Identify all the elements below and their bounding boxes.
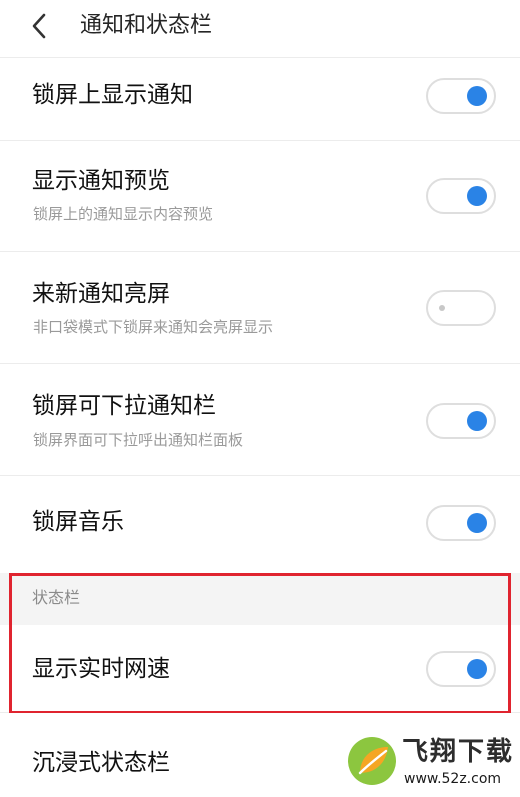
toggle-knob: [467, 186, 487, 206]
setting-subtitle: 锁屏界面可下拉呼出通知栏面板: [33, 431, 244, 449]
setting-title: 来新通知亮屏: [32, 281, 170, 307]
watermark: 飞翔下载 www.52z.com: [346, 733, 516, 793]
setting-title: 锁屏音乐: [32, 509, 124, 535]
section-label: 状态栏: [32, 588, 81, 607]
lockscreen-music-toggle[interactable]: [426, 505, 496, 541]
setting-subtitle: 锁屏上的通知显示内容预览: [33, 205, 214, 223]
chevron-left-icon: [32, 13, 46, 39]
wake-on-notification-toggle[interactable]: [426, 290, 496, 326]
setting-title: 沉浸式状态栏: [32, 750, 170, 776]
toggle-knob: [467, 411, 487, 431]
lockscreen-notifications-toggle[interactable]: [426, 78, 496, 114]
pulldown-notification-bar-toggle[interactable]: [426, 403, 496, 439]
setting-row-notification-preview[interactable]: 显示通知预览 锁屏上的通知显示内容预览: [0, 141, 520, 251]
section-header-status-bar: 状态栏: [0, 573, 520, 625]
setting-row-lockscreen-notifications[interactable]: 锁屏上显示通知: [0, 58, 520, 140]
setting-row-realtime-network-speed[interactable]: 显示实时网速: [0, 625, 520, 712]
setting-title: 锁屏上显示通知: [32, 82, 193, 108]
setting-row-wake-on-notification[interactable]: 来新通知亮屏 非口袋模式下锁屏来通知会亮屏显示: [0, 252, 520, 363]
setting-row-pulldown-notification-bar[interactable]: 锁屏可下拉通知栏 锁屏界面可下拉呼出通知栏面板: [0, 364, 520, 475]
toggle-knob: [467, 513, 487, 533]
setting-title: 显示通知预览: [32, 168, 170, 194]
toggle-knob: [467, 659, 487, 679]
toggle-knob: [439, 305, 445, 311]
setting-title: 显示实时网速: [32, 656, 170, 682]
toggle-knob: [467, 86, 487, 106]
realtime-network-speed-toggle[interactable]: [426, 651, 496, 687]
back-button[interactable]: [24, 10, 54, 42]
setting-row-lockscreen-music[interactable]: 锁屏音乐: [0, 476, 520, 573]
watermark-brand: 飞翔下载: [402, 737, 515, 767]
setting-title: 锁屏可下拉通知栏: [32, 393, 216, 419]
leaf-logo-icon: [348, 737, 396, 785]
page-title: 通知和状态栏: [80, 13, 213, 38]
notification-preview-toggle[interactable]: [426, 178, 496, 214]
app-header: 通知和状态栏: [0, 0, 520, 57]
setting-subtitle: 非口袋模式下锁屏来通知会亮屏显示: [33, 318, 274, 336]
watermark-url: www.52z.com: [404, 771, 502, 787]
